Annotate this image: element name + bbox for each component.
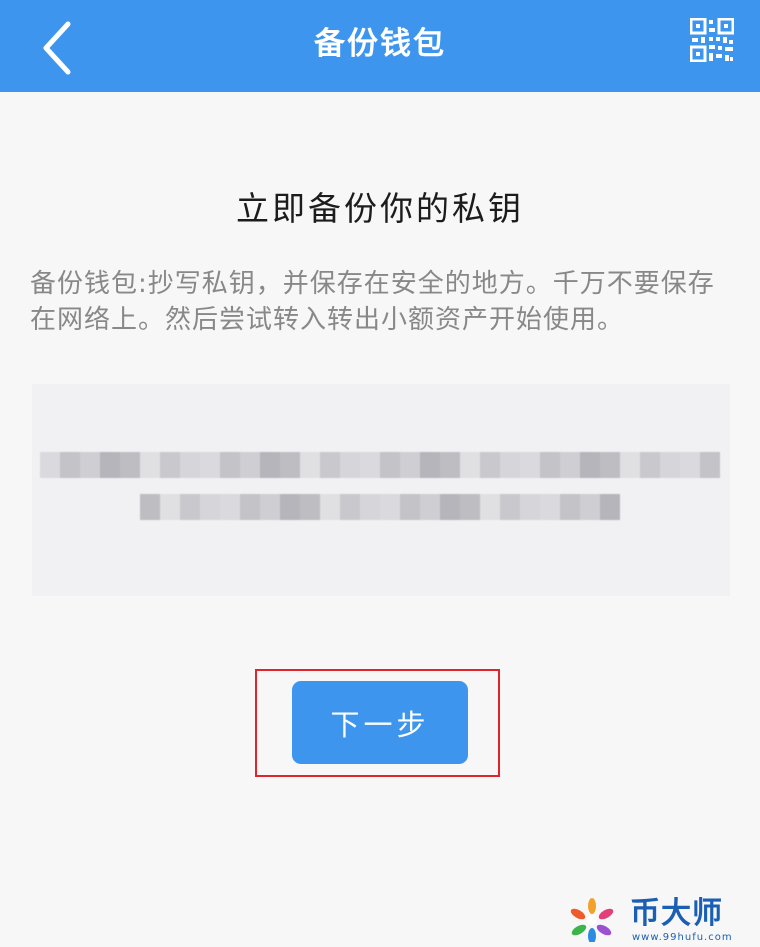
pixel-block xyxy=(340,494,360,520)
app-header: 备份钱包 xyxy=(0,0,760,92)
pixel-block xyxy=(420,452,440,478)
pixel-block xyxy=(700,452,720,478)
pixel-block xyxy=(100,452,120,478)
pixel-block xyxy=(200,452,220,478)
pixel-block xyxy=(120,452,140,478)
chevron-left-icon xyxy=(43,21,71,75)
pixel-block xyxy=(240,494,260,520)
pixel-block xyxy=(400,452,420,478)
pixel-block xyxy=(180,494,200,520)
pixel-block xyxy=(360,494,380,520)
pixel-block xyxy=(160,452,180,478)
pixel-block xyxy=(520,452,540,478)
watermark: 币大师 www.99hufu.com xyxy=(570,896,750,944)
pixel-block xyxy=(220,494,240,520)
flower-logo-icon xyxy=(570,898,614,942)
pixel-block xyxy=(680,452,700,478)
pixel-block xyxy=(480,494,500,520)
pixel-block xyxy=(260,452,280,478)
pixel-block xyxy=(60,452,80,478)
pixel-block xyxy=(300,494,320,520)
watermark-url: www.99hufu.com xyxy=(632,932,733,943)
pixel-block xyxy=(140,494,160,520)
pixel-block xyxy=(540,452,560,478)
pixel-block xyxy=(140,452,160,478)
pixel-block xyxy=(460,452,480,478)
pixel-block xyxy=(500,452,520,478)
pixel-block xyxy=(600,452,620,478)
qr-code-button[interactable] xyxy=(689,17,735,63)
qr-code-icon xyxy=(689,17,735,63)
pixel-block xyxy=(320,452,340,478)
pixel-block xyxy=(40,452,60,478)
pixel-block xyxy=(500,494,520,520)
pixel-block xyxy=(560,494,580,520)
pixel-block xyxy=(360,452,380,478)
watermark-brand: 币大师 xyxy=(630,896,723,931)
private-key-line-2 xyxy=(140,494,620,520)
pixel-block xyxy=(300,452,320,478)
pixel-block xyxy=(560,452,580,478)
pixel-block xyxy=(280,452,300,478)
private-key-box[interactable] xyxy=(32,384,730,596)
back-button[interactable] xyxy=(24,10,94,80)
backup-heading: 立即备份你的私钥 xyxy=(236,189,524,228)
pixel-block xyxy=(580,452,600,478)
pixel-block xyxy=(540,494,560,520)
pixel-block xyxy=(440,452,460,478)
pixel-block xyxy=(620,452,640,478)
pixel-block xyxy=(380,494,400,520)
pixel-block xyxy=(440,494,460,520)
page-title: 备份钱包 xyxy=(314,26,446,62)
pixel-block xyxy=(380,452,400,478)
pixel-block xyxy=(80,452,100,478)
pixel-block xyxy=(660,452,680,478)
pixel-block xyxy=(160,494,180,520)
pixel-block xyxy=(460,494,480,520)
pixel-block xyxy=(240,452,260,478)
next-step-button[interactable]: 下一步 xyxy=(292,681,468,764)
pixel-block xyxy=(520,494,540,520)
pixel-block xyxy=(480,452,500,478)
pixel-block xyxy=(280,494,300,520)
pixel-block xyxy=(220,452,240,478)
pixel-block xyxy=(200,494,220,520)
backup-instructions: 备份钱包:抄写私钥，并保存在安全的地方。千万不要保存在网络上。然后尝试转入转出小… xyxy=(30,269,715,335)
pixel-block xyxy=(600,494,620,520)
pixel-block xyxy=(180,452,200,478)
pixel-block xyxy=(580,494,600,520)
pixel-block xyxy=(320,494,340,520)
pixel-block xyxy=(340,452,360,478)
private-key-line-1 xyxy=(40,452,720,478)
pixel-block xyxy=(640,452,660,478)
pixel-block xyxy=(260,494,280,520)
pixel-block xyxy=(400,494,420,520)
pixel-block xyxy=(420,494,440,520)
